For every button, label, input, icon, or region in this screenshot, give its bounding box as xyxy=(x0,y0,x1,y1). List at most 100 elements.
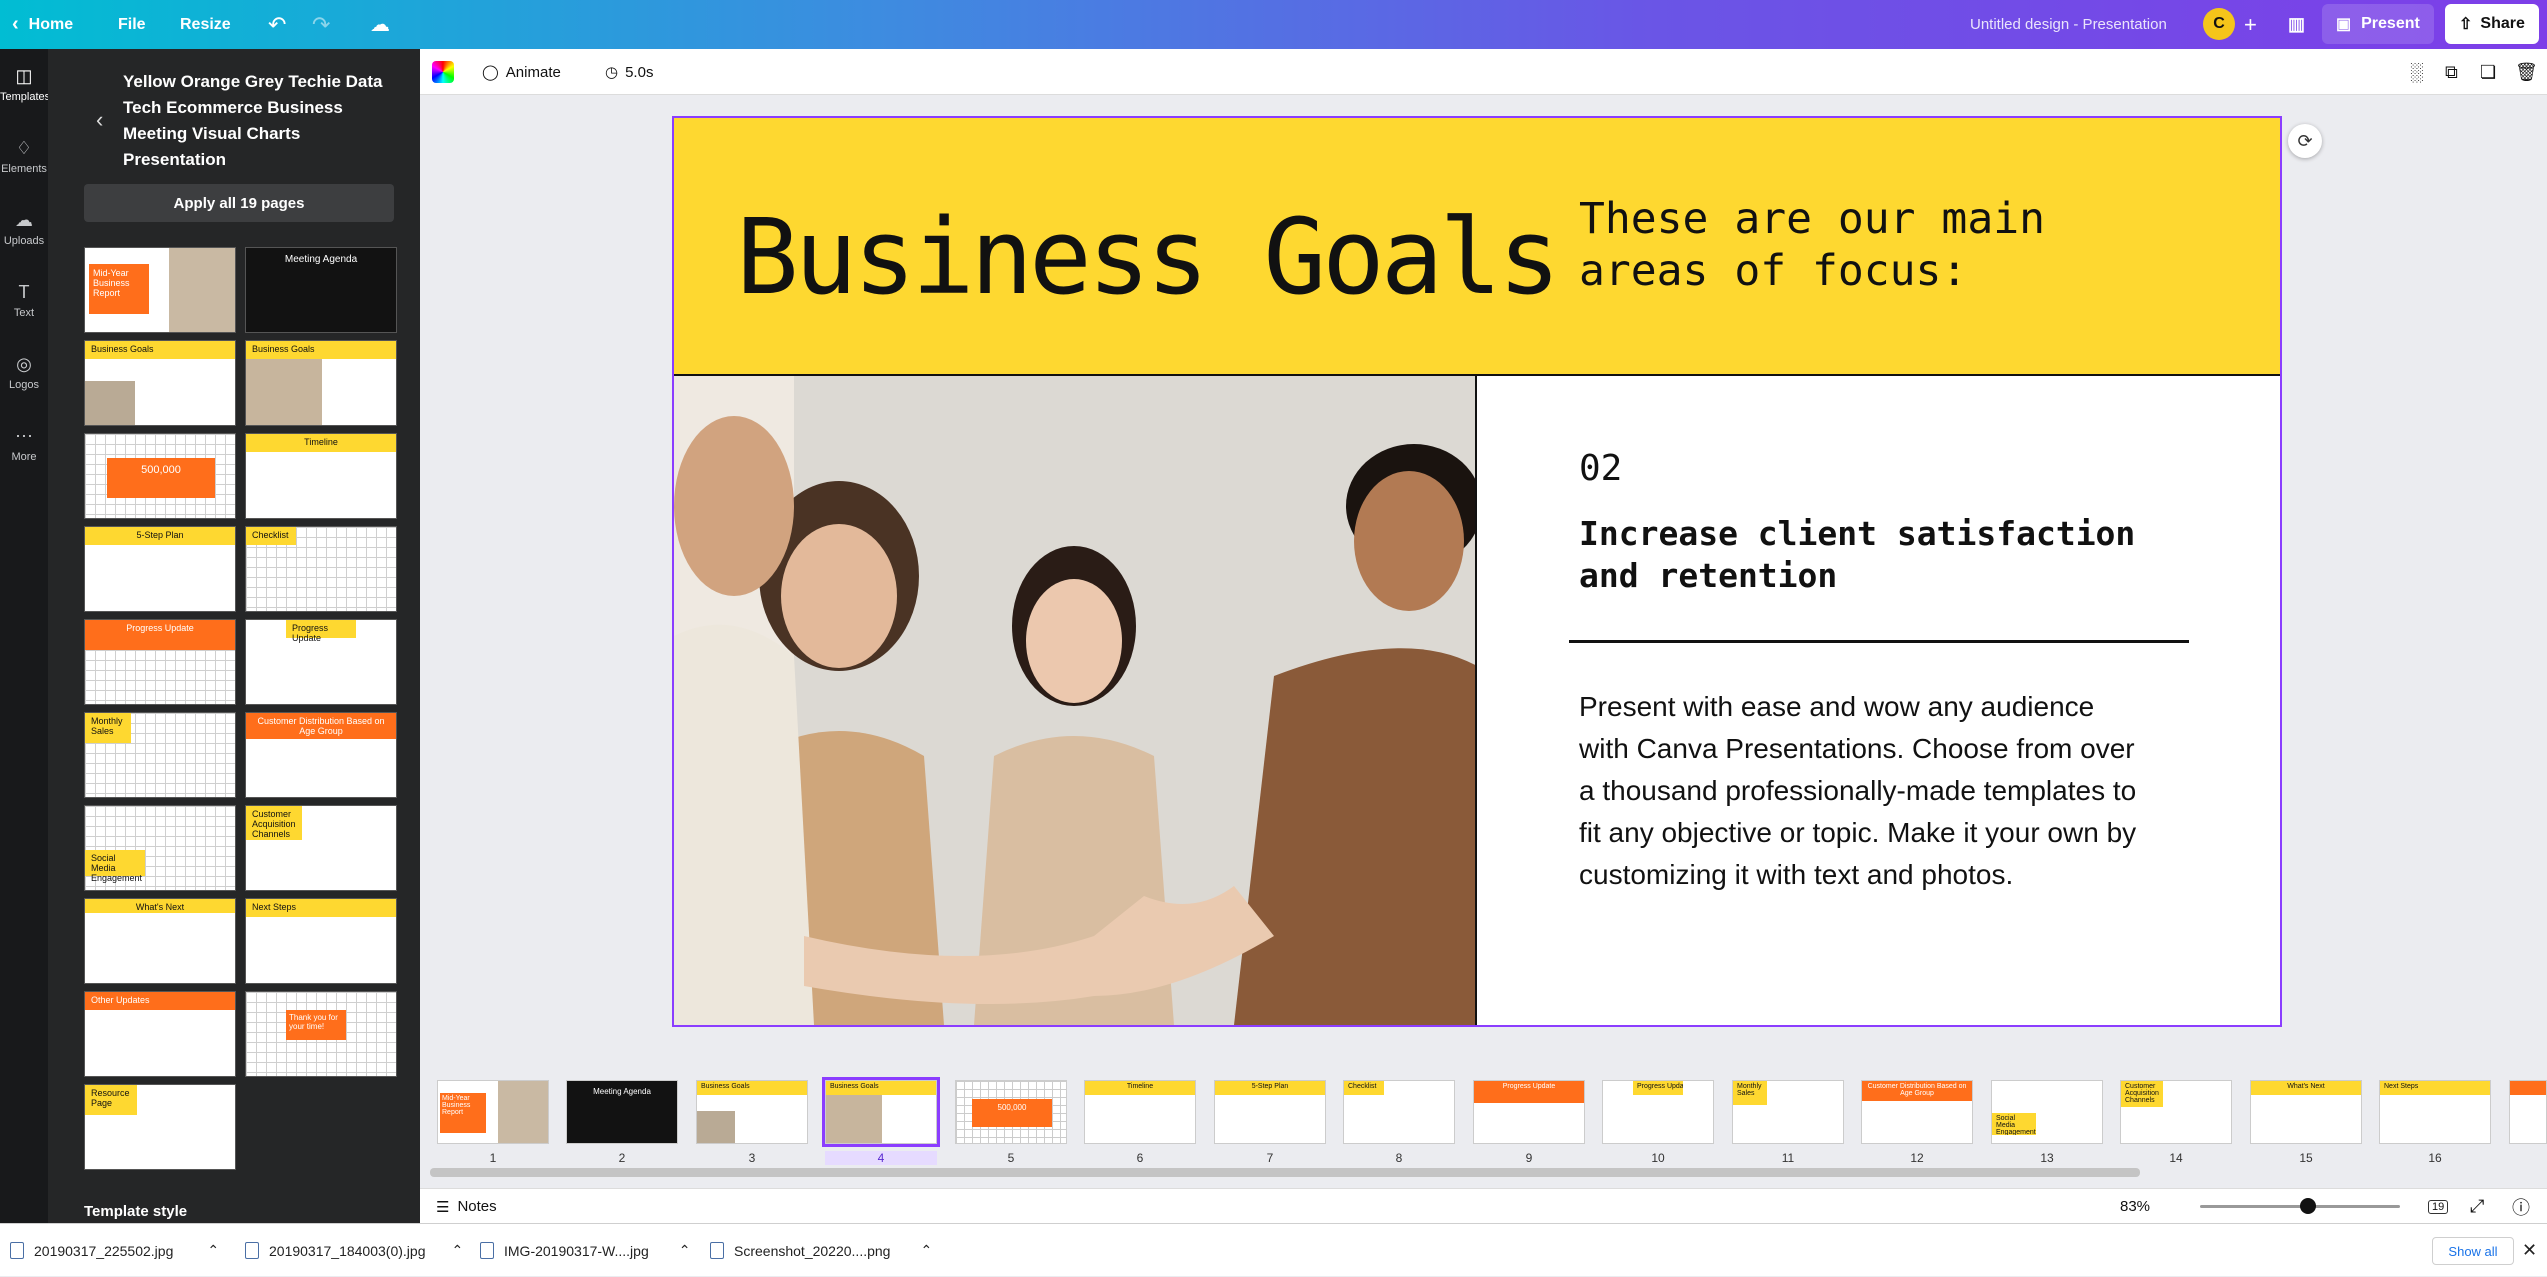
page-strip-scrollbar[interactable] xyxy=(430,1168,2140,1177)
template-thumb[interactable]: Thank you for your time! xyxy=(245,991,397,1077)
close-icon[interactable]: ✕ xyxy=(2522,1224,2537,1277)
rail-text[interactable]: T Text xyxy=(0,281,48,319)
rail-elements[interactable]: ♢ Elements xyxy=(0,137,48,175)
page-thumb-label: What's Next xyxy=(2251,1081,2361,1095)
template-thumb[interactable]: Business Goals xyxy=(84,340,236,426)
apply-all-button[interactable]: Apply all 19 pages xyxy=(84,184,394,222)
page-thumb-active[interactable]: Business Goals xyxy=(822,1077,940,1147)
template-thumb[interactable]: Resource Page xyxy=(84,1084,236,1170)
page-thumb[interactable]: Meeting Agenda xyxy=(566,1080,678,1144)
page-thumb-partial[interactable] xyxy=(2509,1080,2547,1144)
template-thumb[interactable]: Business Goals xyxy=(245,340,397,426)
document-title[interactable]: Untitled design - Presentation xyxy=(1970,0,2167,49)
page-thumb[interactable]: Next Steps xyxy=(2379,1080,2491,1144)
page-thumb[interactable]: 5-Step Plan xyxy=(1214,1080,1326,1144)
home-button[interactable]: ‹ Home xyxy=(12,0,73,49)
resize-menu[interactable]: Resize xyxy=(180,0,231,49)
download-item[interactable]: 20190317_225502.jpg ⌃ xyxy=(10,1224,219,1277)
page-thumb[interactable]: Progress Update xyxy=(1602,1080,1714,1144)
chevron-up-icon[interactable]: ⌃ xyxy=(207,1242,219,1259)
page-thumb[interactable]: Social Media Engagement xyxy=(1991,1080,2103,1144)
template-thumb[interactable]: Mid-Year Business Report xyxy=(84,247,236,333)
page-thumb[interactable]: Monthly Sales xyxy=(1732,1080,1844,1144)
side-icon-rail: ◫ Templates ♢ Elements ☁ Uploads T Text … xyxy=(0,49,50,1223)
redo-icon[interactable]: ↷ xyxy=(312,0,330,49)
show-all-button[interactable]: Show all xyxy=(2432,1237,2514,1265)
chevron-up-icon[interactable]: ⌃ xyxy=(451,1242,463,1259)
page-thumb[interactable]: Customer Distribution Based on Age Group xyxy=(1861,1080,1973,1144)
page-thumb[interactable]: What's Next xyxy=(2250,1080,2362,1144)
image-file-icon xyxy=(480,1242,494,1259)
template-thumb[interactable]: Next Steps xyxy=(245,898,397,984)
chevron-up-icon[interactable]: ⌃ xyxy=(679,1242,691,1259)
page-thumb[interactable]: Business Goals xyxy=(696,1080,808,1144)
thumb-label: Customer Acquisition Channels xyxy=(246,806,302,840)
delete-page-icon[interactable]: 🗑 xyxy=(2515,49,2538,95)
template-thumb[interactable]: Progress Update xyxy=(84,619,236,705)
zoom-value[interactable]: 83% xyxy=(2120,1189,2150,1224)
rail-templates[interactable]: ◫ Templates xyxy=(0,65,50,103)
add-page-icon[interactable]: ⧉ xyxy=(2445,49,2458,95)
help-icon[interactable]: ⓘ xyxy=(2512,1189,2530,1224)
page-thumb-label: Progress Update xyxy=(1633,1081,1683,1095)
download-item[interactable]: IMG-20190317-W....jpg ⌃ xyxy=(480,1224,690,1277)
zoom-slider-knob[interactable] xyxy=(2300,1198,2316,1214)
page-thumb[interactable]: 500,000 xyxy=(955,1080,1067,1144)
page-thumb[interactable]: Timeline xyxy=(1084,1080,1196,1144)
rail-more[interactable]: ⋯ More xyxy=(0,425,48,463)
refresh-design-icon[interactable]: ⟳ xyxy=(2288,124,2322,158)
back-chevron-icon[interactable]: ‹ xyxy=(96,107,103,133)
duration-button[interactable]: ◷ 5.0s xyxy=(605,49,653,95)
slide-title[interactable]: Business Goals xyxy=(736,196,1561,318)
duplicate-page-icon[interactable]: ❏ xyxy=(2480,49,2496,95)
avatar[interactable]: C xyxy=(2203,8,2235,40)
page-number: 12 xyxy=(1910,1151,1924,1165)
animate-button[interactable]: ◯ Animate xyxy=(482,49,561,95)
cloud-sync-icon[interactable]: ☁ xyxy=(370,0,390,49)
template-thumb[interactable]: 5-Step Plan xyxy=(84,526,236,612)
template-thumb[interactable]: Progress Update xyxy=(245,619,397,705)
thumb-label: Next Steps xyxy=(246,899,396,917)
slide-point-number[interactable]: 02 xyxy=(1579,448,1622,489)
file-menu[interactable]: File xyxy=(118,0,146,49)
template-thumb[interactable]: What's Next xyxy=(84,898,236,984)
download-item[interactable]: Screenshot_20220....png ⌃ xyxy=(710,1224,932,1277)
template-thumb[interactable]: Meeting Agenda xyxy=(245,247,397,333)
slide-heading[interactable]: Increase client satisfaction and retenti… xyxy=(1579,513,2179,597)
page-thumb[interactable]: Checklist xyxy=(1343,1080,1455,1144)
present-button[interactable]: ▣ Present xyxy=(2322,4,2434,44)
notes-button[interactable]: ☰ Notes xyxy=(436,1189,497,1224)
template-thumb[interactable]: Other Updates xyxy=(84,991,236,1077)
download-item[interactable]: 20190317_184003(0).jpg ⌃ xyxy=(245,1224,463,1277)
insights-icon[interactable]: ▥ xyxy=(2288,0,2305,49)
template-thumb[interactable]: 500,000 xyxy=(84,433,236,519)
template-thumb[interactable]: Social Media Engagement xyxy=(84,805,236,891)
handshake-photo[interactable] xyxy=(674,376,1477,1025)
template-thumb[interactable]: Monthly Sales xyxy=(84,712,236,798)
color-swatch[interactable] xyxy=(432,49,454,95)
template-thumb[interactable]: Customer Distribution Based on Age Group xyxy=(245,712,397,798)
page-number: 10 xyxy=(1651,1151,1665,1165)
chevron-up-icon[interactable]: ⌃ xyxy=(920,1242,932,1259)
vertical-scrollbar[interactable] xyxy=(2535,105,2543,1045)
lock-icon[interactable]: ░ xyxy=(2410,49,2423,95)
slide-canvas[interactable]: Business Goals These are our main areas … xyxy=(672,116,2282,1027)
page-thumb[interactable]: Mid-Year Business Report xyxy=(437,1080,549,1144)
slide-body-text[interactable]: Present with ease and wow any audience w… xyxy=(1579,686,2139,896)
undo-icon[interactable]: ↶ xyxy=(268,0,286,49)
template-thumb[interactable]: Customer Acquisition Channels xyxy=(245,805,397,891)
template-thumb[interactable]: Timeline xyxy=(245,433,397,519)
share-button[interactable]: ⇧ Share xyxy=(2445,4,2539,44)
elements-icon: ♢ xyxy=(15,138,33,158)
rail-uploads[interactable]: ☁ Uploads xyxy=(0,209,48,247)
clock-icon: ◷ xyxy=(605,64,619,81)
template-thumb[interactable]: Checklist xyxy=(245,526,397,612)
page-strip: Mid-Year Business Report 1 Meeting Agend… xyxy=(420,1060,2547,1175)
page-count-button[interactable]: 19 xyxy=(2428,1189,2449,1224)
fullscreen-icon[interactable]: ⤢ xyxy=(2470,1189,2484,1224)
page-thumb[interactable]: Progress Update xyxy=(1473,1080,1585,1144)
page-thumb[interactable]: Customer Acquisition Channels xyxy=(2120,1080,2232,1144)
add-collaborator-icon[interactable]: + xyxy=(2244,0,2257,49)
slide-subtitle[interactable]: These are our main areas of focus: xyxy=(1579,193,2099,297)
rail-logos[interactable]: ◎ Logos xyxy=(0,353,48,391)
